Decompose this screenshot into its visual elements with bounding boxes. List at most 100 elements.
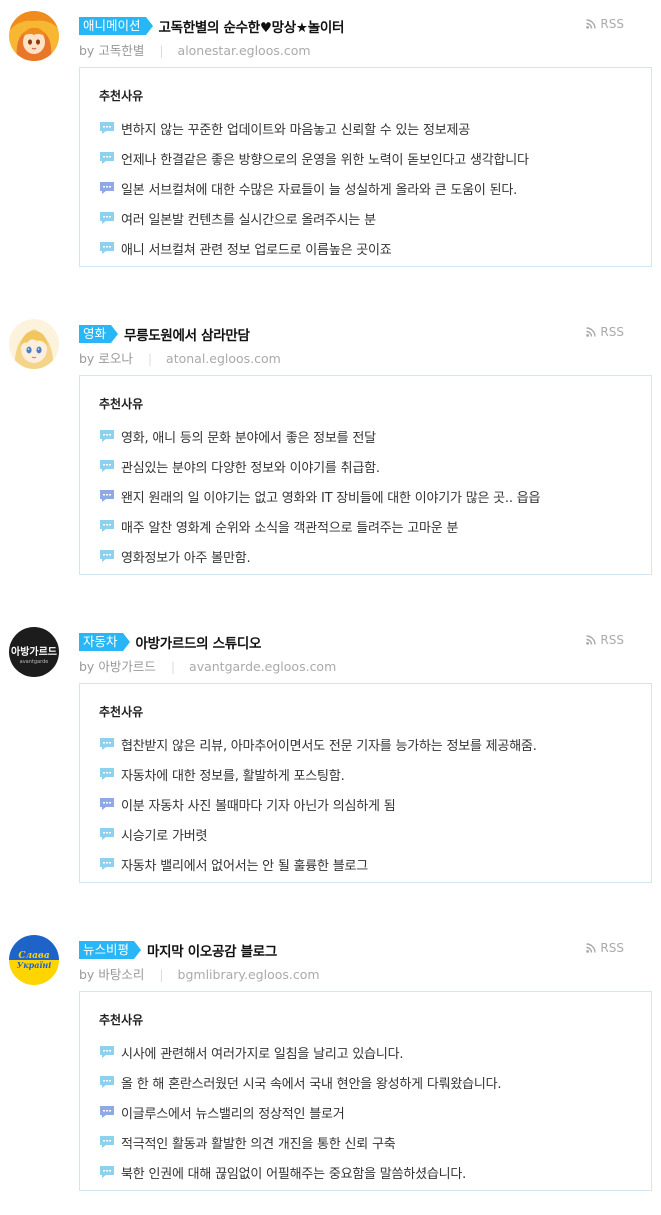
list-item: 영화, 애니 등의 문화 분야에서 좋은 정보를 전달 bbox=[99, 421, 540, 451]
category-badge[interactable]: 애니메이션 bbox=[79, 17, 152, 35]
blog-header: 애니메이션 고독한별의 순수한♥망상★놀이터 bbox=[79, 16, 344, 36]
blog-url[interactable]: atonal.egloos.com bbox=[166, 351, 281, 366]
reason-text: 여러 일본발 컨텐츠를 실시간으로 올려주시는 분 bbox=[121, 212, 376, 228]
reasons-heading: 추천사유 bbox=[99, 89, 144, 103]
by-prefix: by bbox=[79, 967, 95, 982]
reason-text: 시사에 관련해서 여러가지로 일침을 날리고 있습니다. bbox=[121, 1046, 404, 1062]
list-item: 변하지 않는 꾸준한 업데이트와 마음놓고 신뢰할 수 있는 정보제공 bbox=[99, 113, 529, 143]
reason-text: 이글루스에서 뉴스밸리의 정상적인 블로거 bbox=[121, 1106, 345, 1122]
reason-text: 이분 자동차 사진 볼때마다 기자 아닌가 의심하게 됨 bbox=[121, 798, 396, 814]
recommendation-box: 추천사유 영화, 애니 등의 문화 분야에서 좋은 정보를 전달 관심있는 분야… bbox=[79, 375, 652, 575]
reason-text: 매주 알찬 영화계 순위와 소식을 객관적으로 들려주는 고마운 분 bbox=[121, 520, 459, 536]
speech-bubble-icon bbox=[100, 768, 114, 780]
rss-link[interactable]: RSS bbox=[586, 633, 624, 647]
reason-text: 올 한 해 혼란스러웠던 시국 속에서 국내 현안을 왕성하게 다뤄왔습니다. bbox=[121, 1076, 502, 1092]
speech-bubble-icon bbox=[100, 122, 114, 134]
blog-url[interactable]: alonestar.egloos.com bbox=[178, 43, 311, 58]
rss-icon bbox=[586, 19, 597, 29]
byline: by 로오나 | atonal.egloos.com bbox=[79, 348, 281, 367]
list-item: 시사에 관련해서 여러가지로 일침을 날리고 있습니다. bbox=[99, 1037, 501, 1067]
list-item: 여러 일본발 컨텐츠를 실시간으로 올려주시는 분 bbox=[99, 203, 529, 233]
list-item: 자동차에 대한 정보를, 활발하게 포스팅함. bbox=[99, 759, 537, 789]
speech-bubble-icon bbox=[100, 1076, 114, 1088]
speech-bubble-icon bbox=[100, 1136, 114, 1148]
rss-icon bbox=[586, 943, 597, 953]
list-item: 관심있는 분야의 다양한 정보와 이야기를 취급함. bbox=[99, 451, 540, 481]
reason-text: 관심있는 분야의 다양한 정보와 이야기를 취급함. bbox=[121, 460, 380, 476]
speech-bubble-icon bbox=[100, 550, 114, 562]
byline: by 고독한별 | alonestar.egloos.com bbox=[79, 40, 311, 59]
reason-text: 자동차에 대한 정보를, 활발하게 포스팅함. bbox=[121, 768, 345, 784]
author-name[interactable]: 아방가르드 bbox=[98, 659, 156, 674]
reasons-heading: 추천사유 bbox=[99, 397, 144, 411]
reason-text: 왠지 원래의 일 이야기는 없고 영화와 IT 장비들에 대한 이야기가 많은 … bbox=[121, 490, 541, 506]
speech-bubble-icon bbox=[100, 1046, 114, 1058]
list-item: 일본 서브컬쳐에 대한 수많은 자료들이 늘 성실하게 올라와 큰 도움이 된다… bbox=[99, 173, 529, 203]
author-name[interactable]: 바탕소리 bbox=[98, 967, 144, 982]
speech-bubble-icon bbox=[100, 242, 114, 254]
rss-link[interactable]: RSS bbox=[586, 941, 624, 955]
speech-bubble-icon bbox=[100, 738, 114, 750]
speech-bubble-icon bbox=[100, 1106, 114, 1118]
rss-label: RSS bbox=[600, 325, 624, 339]
list-item: 애니 서브컬쳐 관련 정보 업로드로 이름높은 곳이죠 bbox=[99, 233, 529, 263]
list-item: 올 한 해 혼란스러웠던 시국 속에서 국내 현안을 왕성하게 다뤄왔습니다. bbox=[99, 1067, 502, 1097]
blog-url[interactable]: avantgarde.egloos.com bbox=[189, 659, 336, 674]
list-item: 적극적인 활동과 활발한 의견 개진을 통한 신뢰 구축 bbox=[99, 1127, 501, 1157]
reason-text: 시승기로 가버렷 bbox=[121, 828, 208, 844]
rss-link[interactable]: RSS bbox=[586, 325, 624, 339]
recommendation-box: 추천사유 시사에 관련해서 여러가지로 일침을 날리고 있습니다. 올 한 해 … bbox=[79, 991, 652, 1191]
reason-text: 영화정보가 아주 볼만함. bbox=[121, 550, 251, 566]
blog-title[interactable]: 아방가르드의 스튜디오 bbox=[136, 632, 262, 652]
list-item: 왠지 원래의 일 이야기는 없고 영화와 IT 장비들에 대한 이야기가 많은 … bbox=[99, 481, 540, 511]
author-name[interactable]: 로오나 bbox=[98, 351, 133, 366]
byline: by 바탕소리 | bgmlibrary.egloos.com bbox=[79, 964, 320, 983]
reason-list: 영화, 애니 등의 문화 분야에서 좋은 정보를 전달 관심있는 분야의 다양한… bbox=[99, 421, 540, 571]
category-badge[interactable]: 뉴스비평 bbox=[79, 941, 142, 959]
rss-icon bbox=[586, 327, 597, 337]
speech-bubble-icon bbox=[100, 1166, 114, 1178]
speech-bubble-icon bbox=[100, 490, 114, 502]
reason-text: 협찬받지 않은 리뷰, 아마추어이면서도 전문 기자를 능가하는 정보를 제공해… bbox=[121, 738, 537, 754]
speech-bubble-icon bbox=[100, 182, 114, 194]
category-badge[interactable]: 자동차 bbox=[79, 633, 129, 651]
by-prefix: by bbox=[79, 659, 95, 674]
reasons-heading: 추천사유 bbox=[99, 1013, 144, 1027]
reason-text: 언제나 한결같은 좋은 방향으로의 운영을 위한 노력이 돋보인다고 생각합니다 bbox=[121, 152, 529, 168]
list-item: 매주 알찬 영화계 순위와 소식을 객관적으로 들려주는 고마운 분 bbox=[99, 511, 540, 541]
blog-url[interactable]: bgmlibrary.egloos.com bbox=[178, 967, 320, 982]
reason-text: 영화, 애니 등의 문화 분야에서 좋은 정보를 전달 bbox=[121, 430, 376, 446]
reason-list: 시사에 관련해서 여러가지로 일침을 날리고 있습니다. 올 한 해 혼란스러웠… bbox=[99, 1037, 502, 1187]
avantgarde-logo-avatar-icon: 아방가르드 avantgarde bbox=[9, 627, 59, 677]
category-badge[interactable]: 영화 bbox=[79, 325, 119, 343]
by-prefix: by bbox=[79, 43, 95, 58]
reason-text: 애니 서브컬쳐 관련 정보 업로드로 이름높은 곳이죠 bbox=[121, 242, 392, 258]
rss-label: RSS bbox=[600, 17, 624, 31]
avatar[interactable]: 아방가르드 avantgarde bbox=[9, 627, 59, 677]
speech-bubble-icon bbox=[100, 430, 114, 442]
blonde-girl-avatar-icon bbox=[9, 319, 59, 369]
blog-header: 뉴스비평 마지막 이오공감 블로그 bbox=[79, 940, 277, 960]
reason-text: 변하지 않는 꾸준한 업데이트와 마음놓고 신뢰할 수 있는 정보제공 bbox=[121, 122, 470, 138]
reason-text: 자동차 밸리에서 없어서는 안 될 훌륭한 블로그 bbox=[121, 858, 369, 874]
divider: | bbox=[159, 43, 164, 58]
svg-text:avantgarde: avantgarde bbox=[20, 659, 49, 665]
blog-header: 자동차 아방가르드의 스튜디오 bbox=[79, 632, 261, 652]
speech-bubble-icon bbox=[100, 798, 114, 810]
author-name[interactable]: 고독한별 bbox=[98, 43, 144, 58]
avatar[interactable] bbox=[9, 319, 59, 369]
blog-title[interactable]: 무릉도원에서 삼라만담 bbox=[124, 324, 250, 344]
speech-bubble-icon bbox=[100, 460, 114, 472]
blog-title[interactable]: 고독한별의 순수한♥망상★놀이터 bbox=[159, 16, 345, 36]
speech-bubble-icon bbox=[100, 858, 114, 870]
list-item: 자동차 밸리에서 없어서는 안 될 훌륭한 블로그 bbox=[99, 849, 537, 879]
divider: | bbox=[147, 351, 153, 366]
avatar[interactable] bbox=[9, 11, 59, 61]
reason-list: 변하지 않는 꾸준한 업데이트와 마음놓고 신뢰할 수 있는 정보제공 언제나 … bbox=[99, 113, 529, 263]
anime-girl-avatar-icon bbox=[9, 11, 59, 61]
avatar[interactable]: Слава Україні bbox=[9, 935, 59, 985]
rss-icon bbox=[586, 635, 597, 645]
by-prefix: by bbox=[79, 351, 95, 366]
rss-link[interactable]: RSS bbox=[586, 17, 624, 31]
blog-title[interactable]: 마지막 이오공감 블로그 bbox=[147, 940, 277, 960]
